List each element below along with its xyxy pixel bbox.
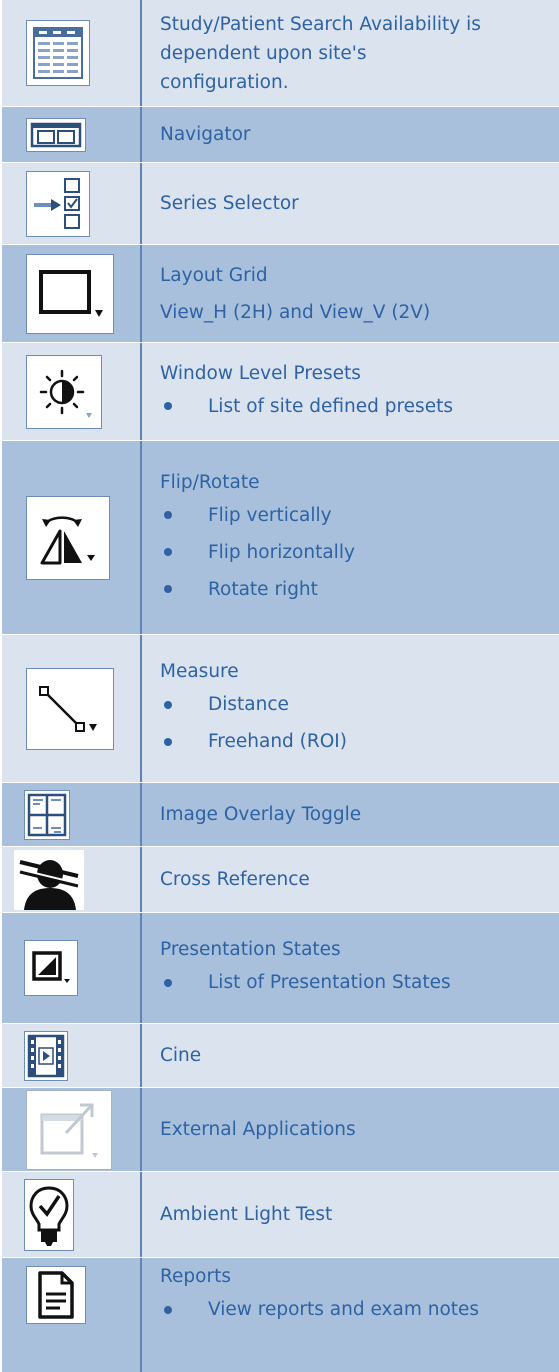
table-row: Cross Reference [2, 847, 559, 913]
tool-title: Window Level Presets [160, 362, 361, 384]
ambient-light-icon[interactable] [24, 1178, 74, 1251]
list-item: List of site defined presets [160, 388, 551, 425]
tool-title: Layout Grid [160, 264, 268, 286]
bullet-icon [164, 548, 172, 556]
table-row: Presentation States List of Presentation… [2, 913, 559, 1024]
list-item: View reports and exam notes [160, 1291, 551, 1328]
tool-title: Cross Reference [160, 869, 310, 890]
table-row: Series Selector [2, 163, 559, 245]
series-selector-icon[interactable] [26, 170, 90, 237]
list-item: Rotate right [160, 571, 551, 608]
bullet-icon [164, 737, 172, 746]
table-row: Measure Distance Freehand (ROI) [2, 635, 559, 783]
table-row: Cine [2, 1024, 559, 1088]
list-item: List of Presentation States [160, 964, 551, 1001]
table-row: Layout Grid View_H (2H) and View_V (2V) [2, 245, 559, 343]
tool-title: Flip/Rotate [160, 471, 260, 493]
tool-title: Navigator [160, 124, 251, 145]
bullet-icon [164, 585, 172, 593]
list-item: Flip vertically [160, 497, 551, 534]
bullet-icon [164, 402, 172, 410]
bullet-icon [164, 1305, 172, 1314]
bullet-icon [164, 700, 172, 709]
reports-icon[interactable] [26, 1266, 86, 1324]
bullet-text: Freehand (ROI) [208, 731, 347, 752]
table-row: Image Overlay Toggle [2, 783, 559, 847]
description-line: dependent upon site's [160, 43, 367, 64]
layout-grid-icon[interactable] [26, 253, 114, 334]
external-applications-icon[interactable] [26, 1089, 112, 1170]
bullet-text: List of Presentation States [208, 972, 451, 993]
table-row: External Applications [2, 1088, 559, 1172]
table-row: Reports View reports and exam notes [2, 1258, 559, 1372]
table-row: Navigator [2, 107, 559, 163]
study-search-icon[interactable] [26, 20, 90, 86]
bullet-text: Flip vertically [208, 504, 332, 526]
tool-title: Ambient Light Test [160, 1204, 333, 1225]
image-overlay-icon[interactable] [24, 789, 70, 840]
bullet-icon [164, 511, 172, 519]
presentation-states-icon[interactable] [24, 940, 78, 996]
tool-subtitle: View_H (2H) and View_V (2V) [160, 301, 431, 323]
tool-title: Presentation States [160, 939, 341, 960]
table-row: Study/Patient Search Availability is dep… [2, 0, 559, 107]
flip-rotate-icon[interactable] [26, 495, 110, 580]
icon-cell [2, 0, 142, 106]
tool-title: External Applications [160, 1119, 356, 1140]
text-cell: Study/Patient Search Availability is dep… [142, 0, 559, 106]
table-row: Window Level Presets List of site define… [2, 343, 559, 441]
cross-reference-icon[interactable] [14, 849, 84, 910]
bullet-text: View reports and exam notes [208, 1299, 480, 1320]
cine-icon[interactable] [24, 1030, 68, 1081]
bullet-text: List of site defined presets [208, 395, 453, 417]
bullet-text: Rotate right [208, 578, 318, 600]
list-item: Flip horizontally [160, 534, 551, 571]
tool-title: Series Selector [160, 193, 299, 214]
list-item: Freehand (ROI) [160, 723, 551, 760]
tool-title: Image Overlay Toggle [160, 804, 362, 825]
table-row: Flip/Rotate Flip vertically Flip horizon… [2, 441, 559, 635]
description-line: configuration. [160, 72, 289, 93]
list-item: Distance [160, 686, 551, 723]
window-level-icon[interactable] [26, 354, 102, 429]
navigator-icon[interactable] [26, 117, 86, 152]
description-line: Study/Patient Search Availability is [160, 14, 481, 35]
tool-title: Reports [160, 1266, 231, 1287]
measure-icon[interactable] [26, 667, 114, 750]
tool-title: Cine [160, 1045, 202, 1066]
bullet-text: Distance [208, 694, 289, 715]
table-row: Ambient Light Test [2, 1172, 559, 1258]
bullet-text: Flip horizontally [208, 541, 355, 563]
bullet-icon [164, 978, 172, 987]
tool-title: Measure [160, 661, 239, 682]
